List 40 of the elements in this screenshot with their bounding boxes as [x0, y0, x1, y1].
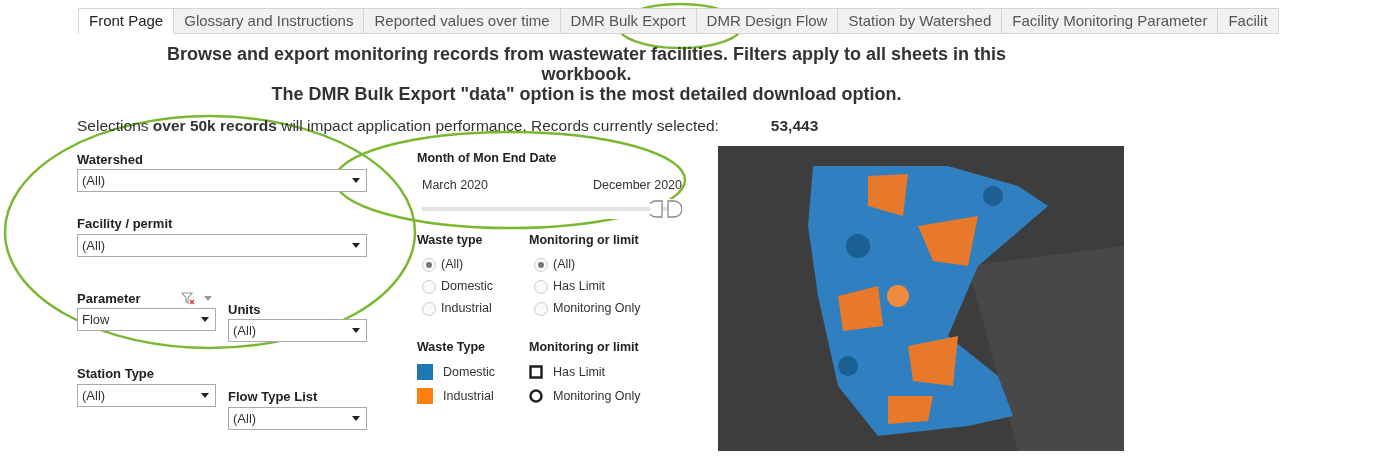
- date-start: March 2020: [422, 177, 488, 194]
- dropdown[interactable]: (All): [77, 169, 367, 193]
- legend-label: Domestic: [443, 363, 496, 381]
- sheet-tab[interactable]: Station by Watershed: [838, 8, 1003, 34]
- legend-label: Industrial: [443, 387, 494, 405]
- dropdown[interactable]: (All): [77, 383, 216, 407]
- heading-text: Browse and export monitoring records from wastewater facilities. Filters apply to all sheets in this workbook.: [165, 44, 1008, 84]
- sheet-tab[interactable]: Front Page: [78, 8, 175, 34]
- sheet-tab[interactable]: Facility Monitoring Parameter: [1002, 8, 1219, 34]
- legend-title: Waste Type: [417, 338, 487, 356]
- radio-option[interactable]: Has Limit: [534, 275, 641, 298]
- legend-label: Has Limit: [553, 363, 606, 381]
- date-end: December 2020: [593, 177, 682, 194]
- radio-option[interactable]: Industrial: [422, 297, 529, 320]
- radio-option[interactable]: (All): [422, 253, 529, 276]
- sheet-tab[interactable]: Glossary and Instructions: [174, 8, 365, 34]
- heading-text: The DMR Bulk Export "data" option is the most detailed download option.: [270, 84, 903, 104]
- dropdown[interactable]: Flow: [77, 308, 216, 332]
- legend-title: Monitoring or limit: [529, 338, 640, 356]
- filter-label: Parameter: [77, 289, 141, 308]
- record-count: 53,443: [770, 116, 819, 136]
- sheet-tab[interactable]: Reported values over time: [364, 8, 561, 34]
- filter-label: Flow Type List: [228, 388, 318, 406]
- dropdown[interactable]: (All): [228, 319, 367, 343]
- dropdown[interactable]: (All): [228, 406, 367, 430]
- radio-option[interactable]: (All): [534, 253, 641, 276]
- sheet-tab[interactable]: Facilit: [1218, 8, 1279, 34]
- radio-option[interactable]: Monitoring Only: [534, 297, 641, 320]
- sheet-tab[interactable]: DMR Design Flow: [696, 8, 839, 34]
- legend-label: Monitoring Only: [553, 387, 641, 405]
- filter-label: Station Type: [77, 365, 155, 383]
- radio-option[interactable]: Domestic: [422, 275, 529, 298]
- filter-label: Facility / permit: [77, 215, 173, 233]
- group-title: Waste type: [417, 231, 484, 249]
- filter-label: Watershed: [77, 150, 143, 169]
- sheet-tab[interactable]: DMR Bulk Export: [560, 8, 697, 34]
- filter-label: Month of Mon End Date: [417, 150, 558, 168]
- dropdown[interactable]: (All): [77, 233, 367, 257]
- filter-label: Units: [228, 300, 261, 319]
- group-title: Monitoring or limit: [529, 231, 640, 249]
